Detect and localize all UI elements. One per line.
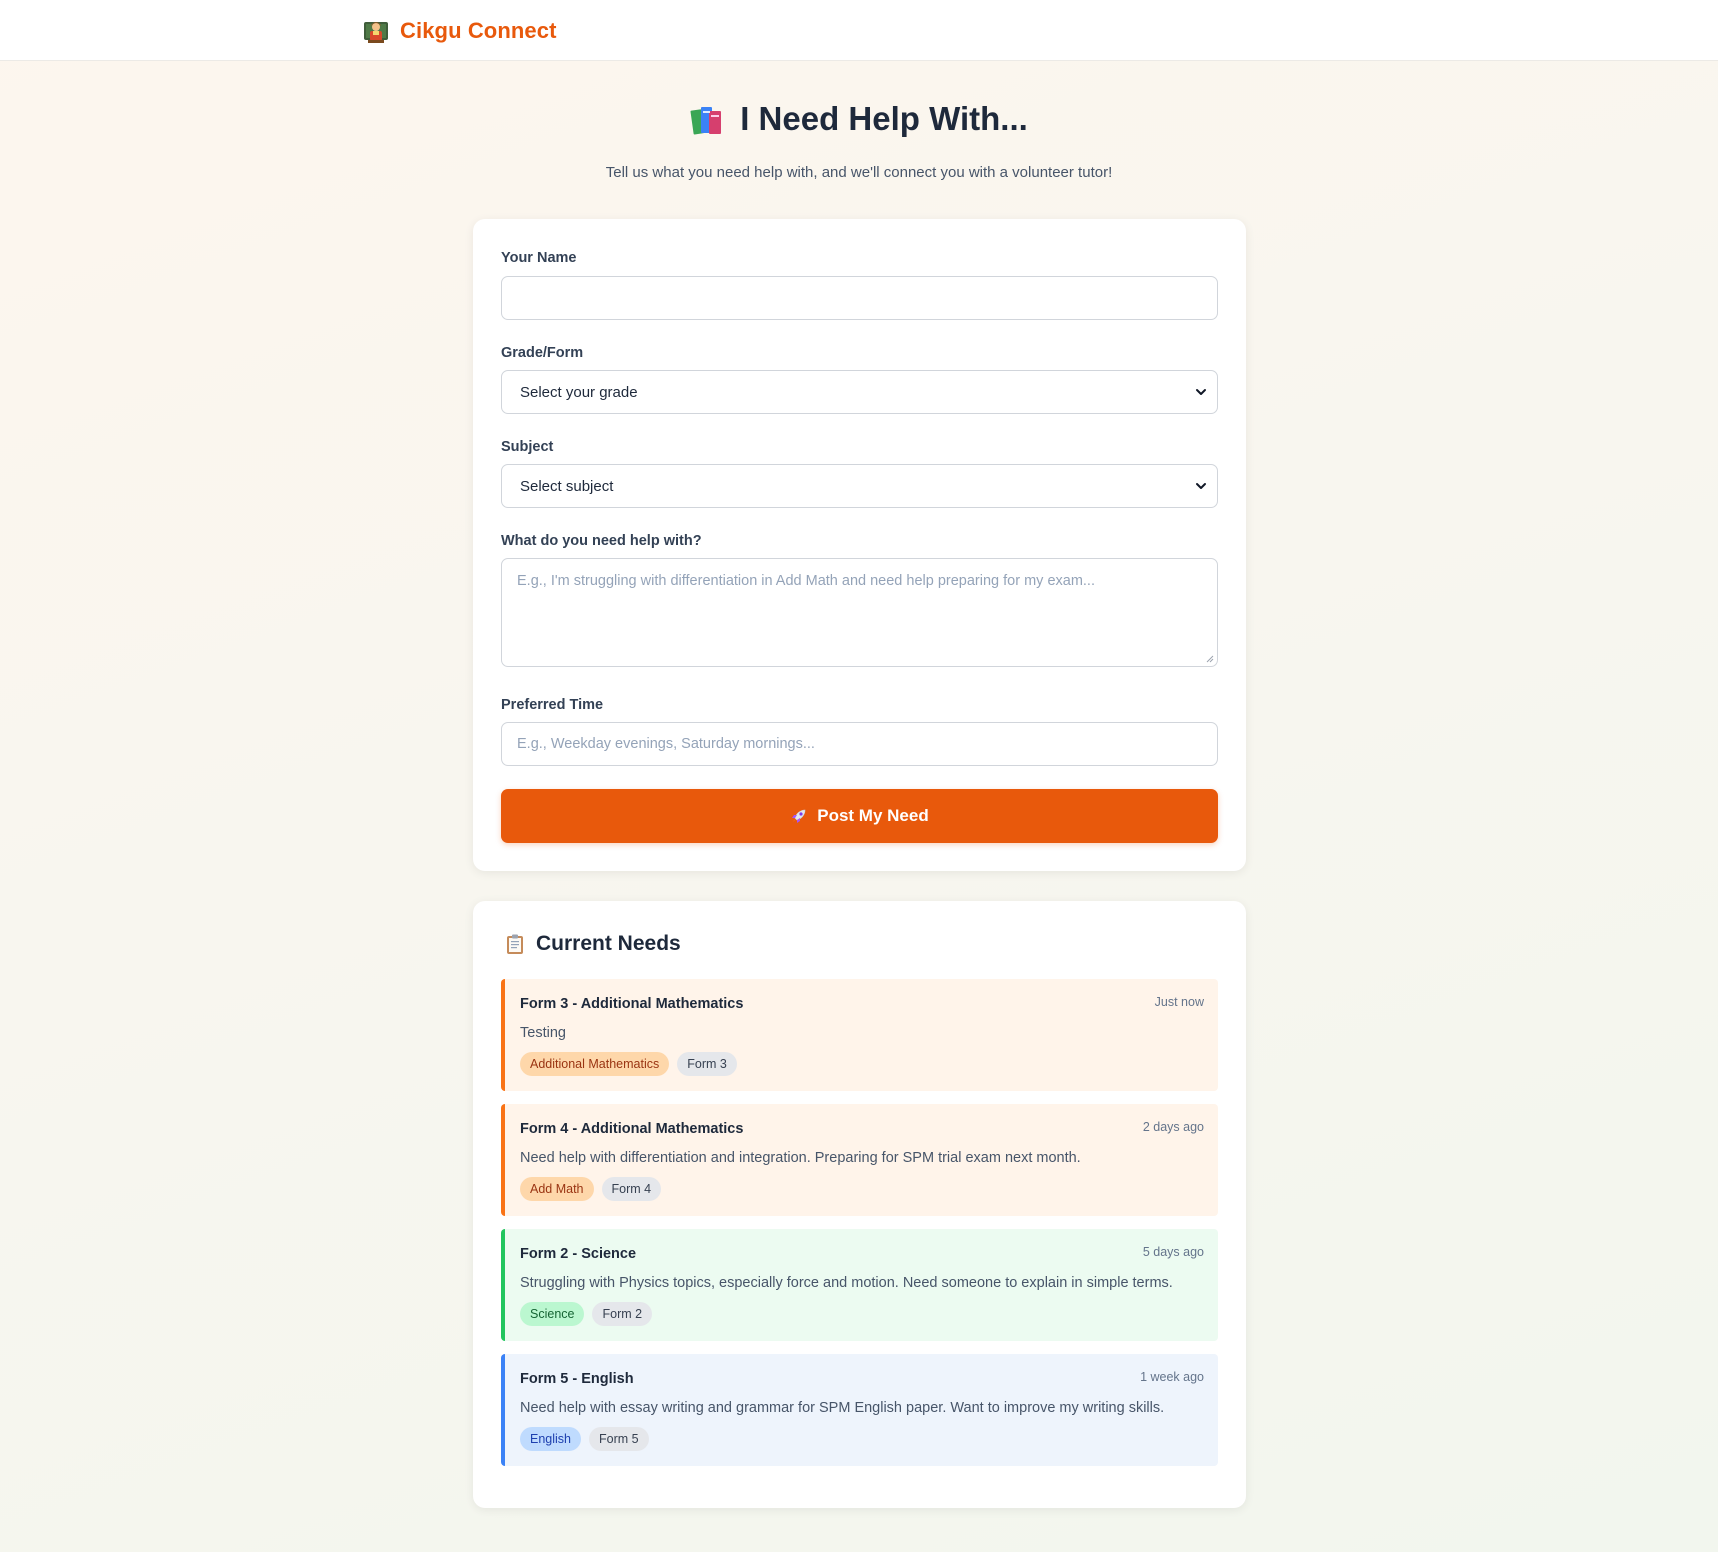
grade-tag: Form 4 (601, 1177, 662, 1201)
post-need-label: Post My Need (817, 806, 929, 825)
preferred-time-label: Preferred Time (501, 697, 604, 713)
need-tags: Additional Mathematics Form 3 (520, 1052, 737, 1076)
grade-label: Grade/Form (501, 345, 584, 361)
chevron-down-icon (1196, 389, 1206, 395)
current-needs-panel: Current Needs Form 3 - Additional Mathem… (473, 901, 1246, 1508)
teacher-icon (364, 22, 388, 43)
need-timestamp: 2 days ago (1142, 1120, 1204, 1134)
current-needs-heading: Current Needs (504, 932, 681, 956)
help-description-textarea[interactable]: E.g., I'm struggling with differentiatio… (501, 558, 1218, 667)
chevron-down-icon (1196, 483, 1206, 489)
preferred-time-placeholder: E.g., Weekday evenings, Saturday morning… (517, 736, 815, 752)
need-card[interactable]: Form 2 - Science 5 days ago Struggling w… (501, 1229, 1218, 1341)
need-description: Testing (520, 1025, 566, 1041)
preferred-time-input[interactable]: E.g., Weekday evenings, Saturday morning… (501, 722, 1218, 766)
clipboard-icon (507, 934, 523, 954)
need-card[interactable]: Form 3 - Additional Mathematics Just now… (501, 979, 1218, 1091)
need-description: Struggling with Physics topics, especial… (520, 1275, 1173, 1291)
need-tags: English Form 5 (520, 1427, 649, 1451)
books-icon (690, 107, 722, 135)
resize-handle-icon[interactable] (1205, 654, 1214, 663)
need-card[interactable]: Form 5 - English 1 week ago Need help wi… (501, 1354, 1218, 1466)
grade-tag: Form 5 (589, 1427, 649, 1451)
grade-selected-value: Select your grade (520, 383, 638, 401)
page-subtitle: Tell us what you need help with, and we'… (605, 164, 1113, 181)
subject-tag: Science (520, 1302, 585, 1326)
need-tags: Add Math Form 4 (520, 1177, 662, 1201)
need-title: Form 5 - English (520, 1371, 634, 1387)
brand-logo-link[interactable]: Cikgu Connect (362, 17, 557, 45)
grade-tag: Form 3 (677, 1052, 737, 1076)
grade-tag: Form 2 (592, 1302, 653, 1326)
help-description-label: What do you need help with? (501, 533, 702, 549)
help-description-placeholder: E.g., I'm struggling with differentiatio… (517, 573, 1095, 589)
subject-tag: Add Math (520, 1177, 594, 1201)
post-need-button[interactable]: Post My Need (501, 789, 1218, 843)
page-title-row: I Need Help With... (690, 100, 1028, 138)
subject-tag: English (520, 1427, 581, 1451)
top-navbar: Cikgu Connect (0, 0, 1718, 61)
brand-name: Cikgu Connect (400, 18, 557, 43)
need-card[interactable]: Form 4 - Additional Mathematics 2 days a… (501, 1104, 1218, 1216)
page-title: I Need Help With... (740, 100, 1028, 137)
subject-label: Subject (501, 439, 554, 455)
subject-tag: Additional Mathematics (520, 1052, 670, 1076)
need-title: Form 3 - Additional Mathematics (520, 996, 744, 1012)
need-timestamp: 1 week ago (1140, 1370, 1204, 1384)
need-timestamp: Just now (1154, 995, 1204, 1009)
need-description: Need help with differentiation and integ… (520, 1150, 1081, 1166)
subject-selected-value: Select subject (520, 477, 614, 495)
name-input[interactable] (501, 276, 1218, 320)
need-timestamp: 5 days ago (1142, 1245, 1204, 1259)
need-tags: Science Form 2 (520, 1302, 653, 1326)
hero-section: I Need Help With... Tell us what you nee… (0, 100, 1718, 181)
rocket-icon (792, 809, 806, 823)
need-title: Form 2 - Science (520, 1246, 637, 1262)
need-title: Form 4 - Additional Mathematics (520, 1121, 744, 1137)
subject-select[interactable]: Select subject (501, 464, 1218, 508)
need-description: Need help with essay writing and grammar… (520, 1400, 1165, 1416)
current-needs-title: Current Needs (536, 932, 681, 955)
help-request-form: Your Name Grade/Form Select your grade S… (473, 219, 1246, 871)
name-label: Your Name (501, 250, 577, 266)
grade-select[interactable]: Select your grade (501, 370, 1218, 414)
